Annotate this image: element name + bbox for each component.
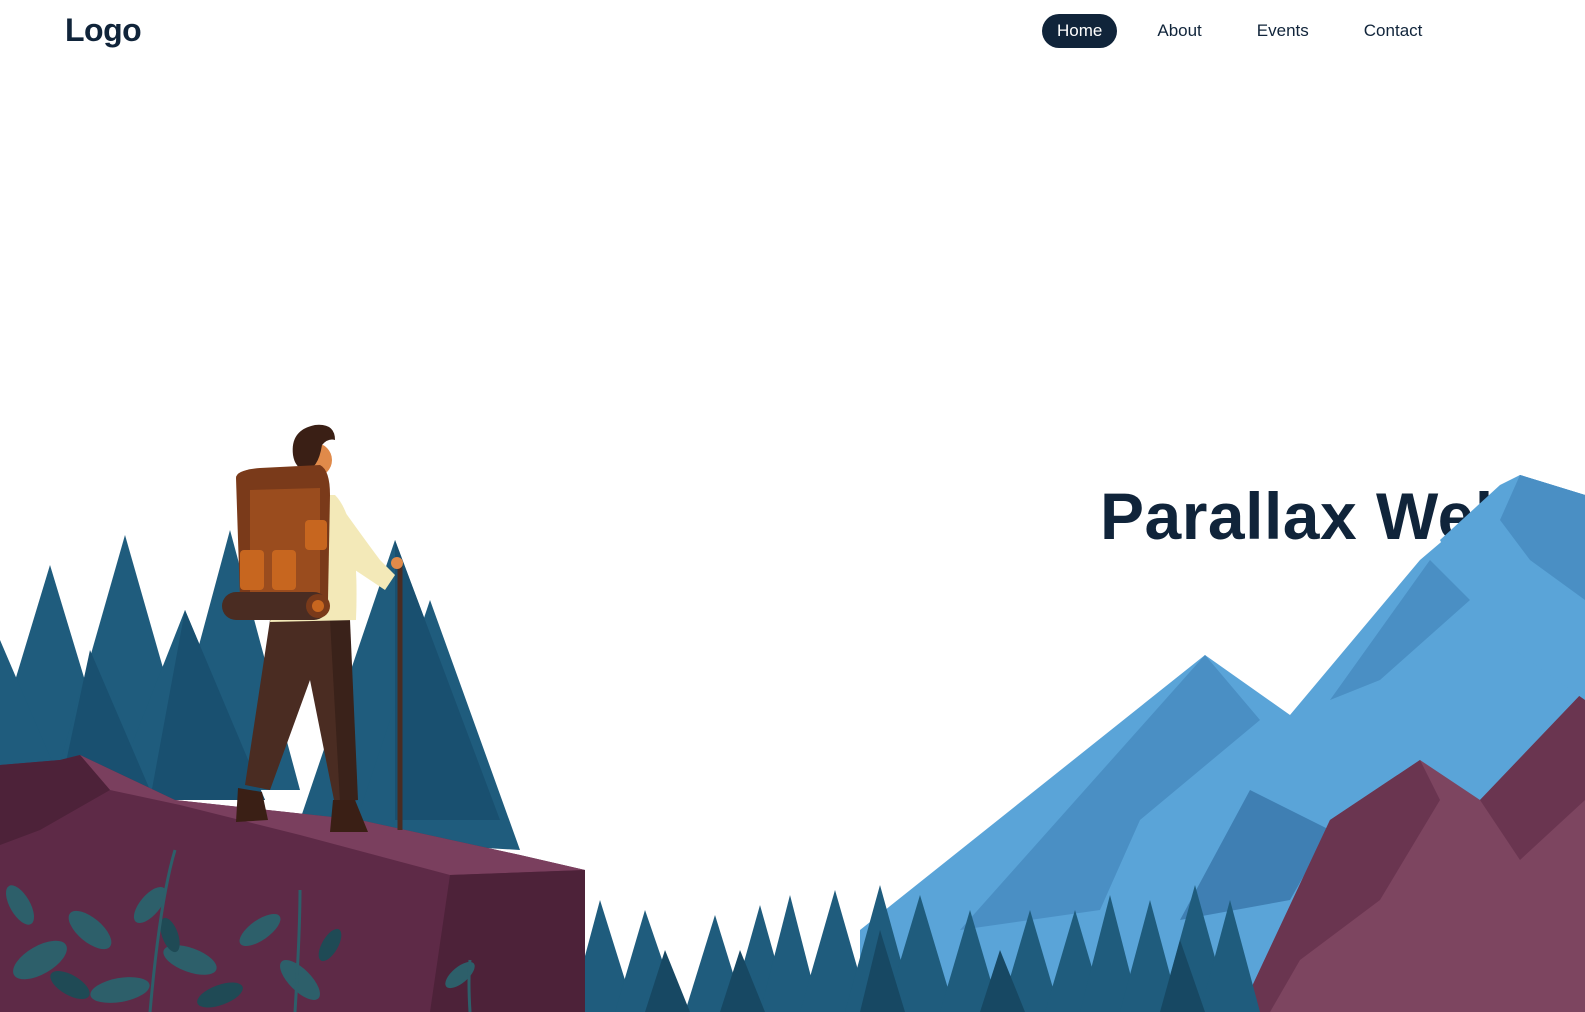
nav-menu: Home About Events Contact xyxy=(1042,14,1462,48)
navbar: Logo Home About Events Contact xyxy=(0,0,1585,64)
hero-title: Parallax Website xyxy=(1100,479,1585,553)
nav-contact-link[interactable]: Contact xyxy=(1349,14,1438,48)
nav-home-link[interactable]: Home xyxy=(1042,14,1118,48)
nav-events-link[interactable]: Events xyxy=(1242,14,1324,48)
nav-about-link[interactable]: About xyxy=(1142,14,1216,48)
logo[interactable]: Logo xyxy=(65,12,142,49)
